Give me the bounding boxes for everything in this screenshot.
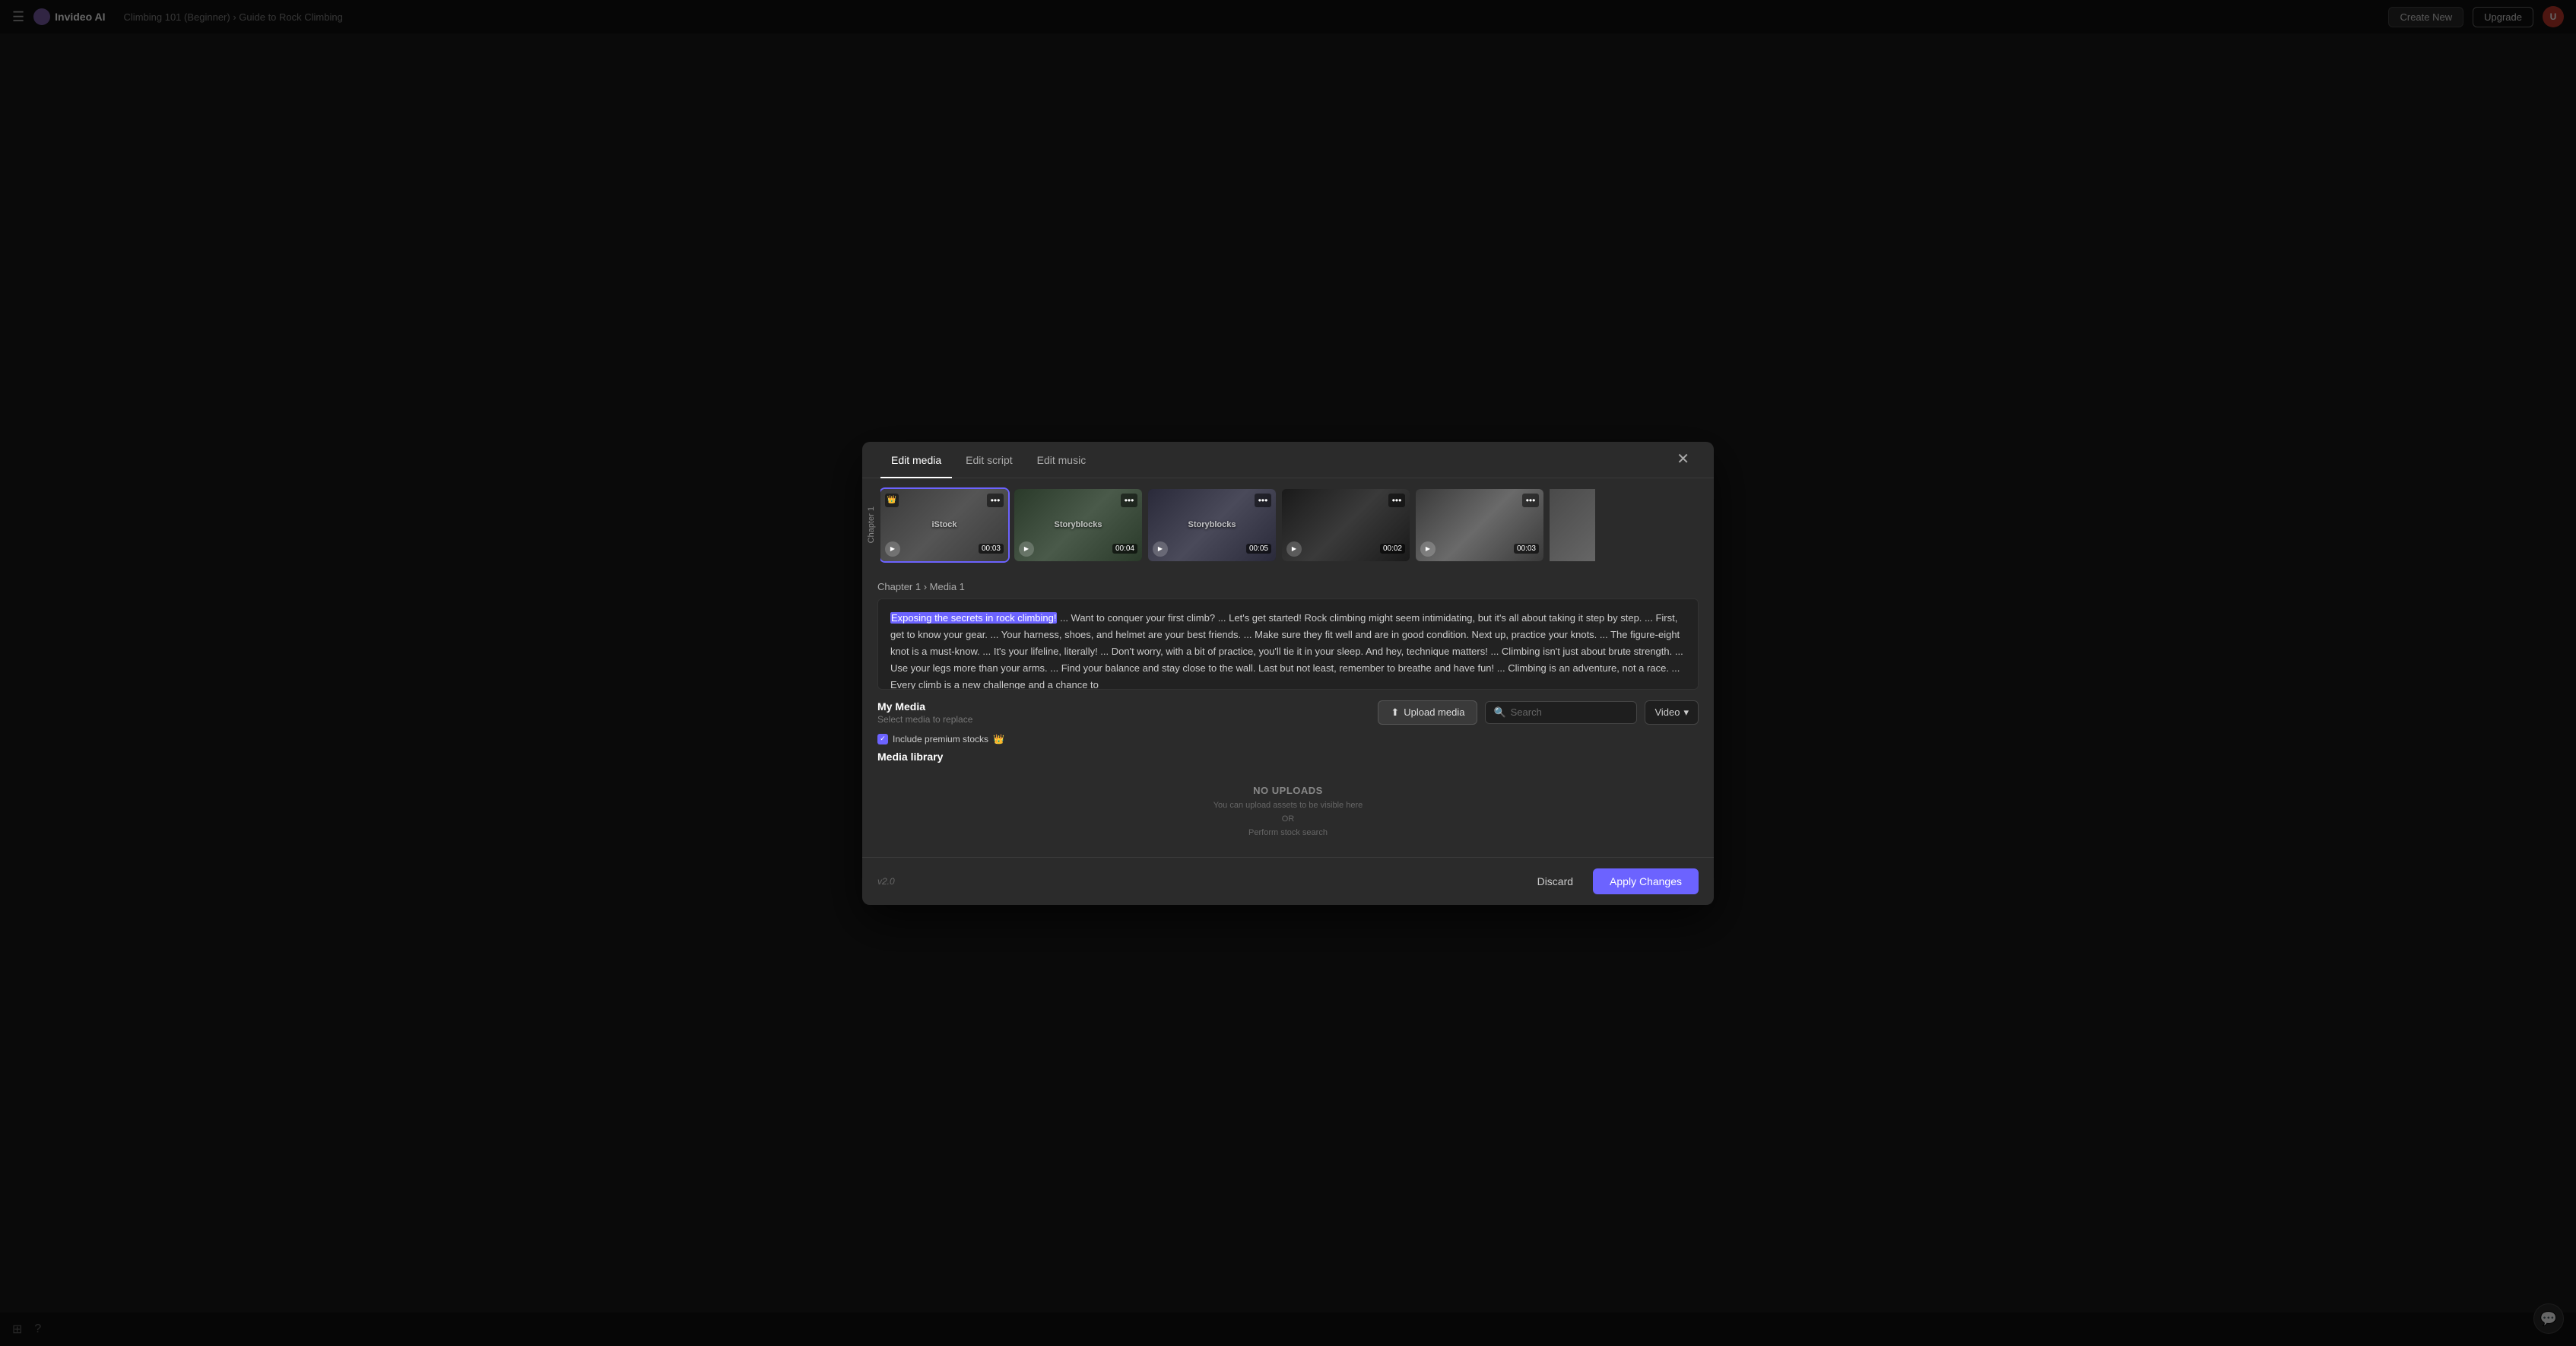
script-area: Exposing the secrets in rock climbing! .… bbox=[877, 598, 1699, 690]
close-icon[interactable]: ✕ bbox=[1670, 446, 1696, 473]
premium-row: ✓ Include premium stocks 👑 bbox=[862, 729, 1714, 744]
thumb-duration-1: 00:03 bbox=[979, 544, 1004, 554]
media-left: My Media Select media to replace bbox=[877, 700, 972, 725]
breadcrumb-text: Chapter 1 › Media 1 bbox=[877, 581, 965, 592]
overlay-backdrop: Edit media Edit script Edit music ✕ Chap… bbox=[0, 0, 2576, 1346]
more-icon-1[interactable]: ••• bbox=[987, 494, 1004, 507]
search-container: 🔍 bbox=[1485, 701, 1637, 724]
more-icon-3[interactable]: ••• bbox=[1255, 494, 1271, 507]
media-section: My Media Select media to replace ⬆ Uploa… bbox=[862, 690, 1714, 729]
thumb-overlay-top-5: ••• bbox=[1420, 494, 1539, 507]
modal: Edit media Edit script Edit music ✕ Chap… bbox=[862, 442, 1714, 905]
modal-tabs: Edit media Edit script Edit music ✕ bbox=[862, 442, 1714, 478]
thumb-overlay-top-4: ••• bbox=[1286, 494, 1405, 507]
no-uploads-line3: Perform stock search bbox=[1248, 828, 1328, 837]
media-title: My Media bbox=[877, 700, 972, 713]
video-type-label: Video bbox=[1654, 706, 1680, 718]
thumb-duration-5: 00:03 bbox=[1514, 544, 1539, 554]
library-title: Media library bbox=[877, 751, 1699, 763]
premium-label: Include premium stocks bbox=[893, 734, 988, 744]
search-input[interactable] bbox=[1511, 706, 1629, 718]
modal-footer: v2.0 Discard Apply Changes bbox=[862, 857, 1714, 905]
thumb-overlay-top-3: ••• bbox=[1153, 494, 1271, 507]
thumbnail-2[interactable]: Storyblocks ••• ▶ 00:04 bbox=[1014, 489, 1142, 561]
thumbnail-5[interactable]: ••• ▶ 00:03 bbox=[1416, 489, 1543, 561]
chapter-strip: Chapter 1 iStock 👑 ••• ▶ 00:03 bbox=[862, 478, 1714, 572]
thumb-overlay-top-2: ••• bbox=[1019, 494, 1137, 507]
thumb-overlay-bottom-1: ▶ 00:03 bbox=[885, 541, 1004, 557]
premium-crown-icon: 👑 bbox=[993, 734, 1004, 744]
modal-breadcrumb: Chapter 1 › Media 1 bbox=[862, 572, 1714, 598]
script-highlight: Exposing the secrets in rock climbing! bbox=[890, 612, 1057, 624]
thumb-duration-4: 00:02 bbox=[1380, 544, 1405, 554]
tab-edit-media[interactable]: Edit media bbox=[880, 442, 952, 478]
library-section: Media library bbox=[862, 744, 1714, 766]
more-icon-5[interactable]: ••• bbox=[1522, 494, 1539, 507]
premium-checkbox[interactable]: ✓ bbox=[877, 734, 888, 744]
footer-actions: Discard Apply Changes bbox=[1525, 868, 1699, 894]
chapter-label: Chapter 1 bbox=[862, 506, 880, 543]
discard-button[interactable]: Discard bbox=[1525, 869, 1585, 894]
more-icon-2[interactable]: ••• bbox=[1121, 494, 1137, 507]
apply-changes-button[interactable]: Apply Changes bbox=[1593, 868, 1699, 894]
thumb-overlay-bottom-5: ▶ 00:03 bbox=[1420, 541, 1539, 557]
no-uploads-area: NO UPLOADS You can upload assets to be v… bbox=[862, 766, 1714, 857]
chevron-down-icon: ▾ bbox=[1683, 706, 1689, 719]
thumbnail-3[interactable]: Storyblocks ••• ▶ 00:05 bbox=[1148, 489, 1276, 561]
thumb-overlay-bottom-3: ▶ 00:05 bbox=[1153, 541, 1271, 557]
version-label: v2.0 bbox=[877, 876, 895, 887]
thumb-duration-2: 00:04 bbox=[1112, 544, 1137, 554]
tab-edit-music[interactable]: Edit music bbox=[1026, 442, 1097, 478]
thumb-overlay-bottom-2: ▶ 00:04 bbox=[1019, 541, 1137, 557]
thumbnail-partial bbox=[1550, 489, 1595, 561]
no-uploads-title: NO UPLOADS bbox=[1253, 785, 1323, 796]
play-icon-3[interactable]: ▶ bbox=[1153, 541, 1168, 557]
tab-edit-script[interactable]: Edit script bbox=[955, 442, 1023, 478]
media-subtitle: Select media to replace bbox=[877, 714, 972, 725]
video-type-button[interactable]: Video ▾ bbox=[1645, 700, 1699, 725]
play-icon-4[interactable]: ▶ bbox=[1286, 541, 1302, 557]
media-section-header: My Media Select media to replace ⬆ Uploa… bbox=[877, 700, 1699, 725]
crown-icon-1: 👑 bbox=[885, 494, 899, 507]
search-icon: 🔍 bbox=[1493, 706, 1505, 719]
play-icon-2[interactable]: ▶ bbox=[1019, 541, 1034, 557]
media-controls: ⬆ Upload media 🔍 Video ▾ bbox=[1378, 700, 1699, 725]
thumbnail-4[interactable]: ••• ▶ 00:02 bbox=[1282, 489, 1410, 561]
upload-icon: ⬆ bbox=[1391, 706, 1399, 719]
play-icon-1[interactable]: ▶ bbox=[885, 541, 900, 557]
upload-label: Upload media bbox=[1404, 706, 1464, 718]
more-icon-4[interactable]: ••• bbox=[1388, 494, 1405, 507]
thumb-overlay-top-1: 👑 ••• bbox=[885, 494, 1004, 507]
no-uploads-line2: OR bbox=[1282, 814, 1295, 824]
no-uploads-line1: You can upload assets to be visible here bbox=[1213, 801, 1363, 810]
upload-media-button[interactable]: ⬆ Upload media bbox=[1378, 700, 1477, 725]
play-icon-5[interactable]: ▶ bbox=[1420, 541, 1436, 557]
thumb-overlay-bottom-4: ▶ 00:02 bbox=[1286, 541, 1405, 557]
thumbnail-1[interactable]: iStock 👑 ••• ▶ 00:03 bbox=[880, 489, 1008, 561]
thumb-duration-3: 00:05 bbox=[1246, 544, 1271, 554]
thumbnails-scroll: iStock 👑 ••• ▶ 00:03 Storyblocks bbox=[880, 486, 1703, 564]
